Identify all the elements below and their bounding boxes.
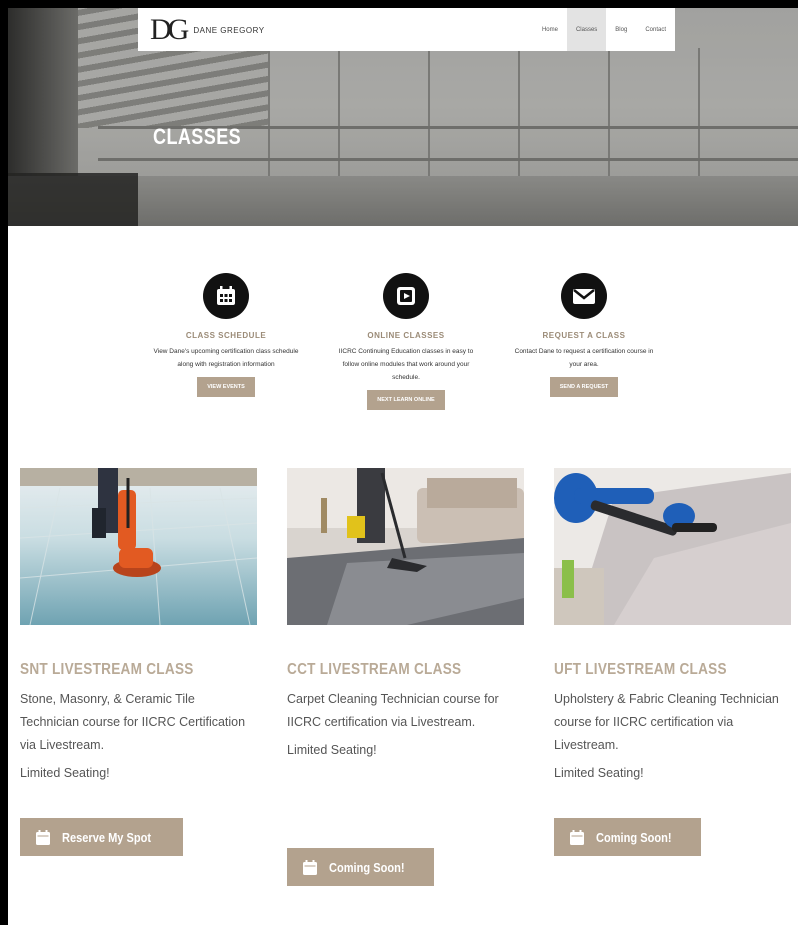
floor-polishing-photo xyxy=(20,468,257,625)
reserve-my-spot-button[interactable]: Reserve My Spot xyxy=(20,818,183,856)
class-card-snt: SNT LIVESTREAM CLASS Stone, Masonry, & C… xyxy=(20,468,257,856)
carpet-cleaning-photo xyxy=(287,468,524,625)
card-description: Upholstery & Fabric Cleaning Technician … xyxy=(554,692,779,752)
coming-soon-button[interactable]: Coming Soon! xyxy=(287,848,434,886)
learn-online-button[interactable]: NEXT LEARN ONLINE xyxy=(367,390,445,410)
feature-description: View Dane's upcoming certification class… xyxy=(153,348,299,368)
page: CLASSES DG DANE GREGORY Home Classes Blo… xyxy=(8,8,798,925)
feature-title: CLASS SCHEDULE xyxy=(185,331,267,340)
play-icon xyxy=(383,273,429,319)
calendar-icon xyxy=(303,859,317,875)
nav-menu: Home Classes Blog Contact xyxy=(533,8,675,51)
card-seating-note: Limited Seating! xyxy=(554,766,644,780)
card-title: SNT LIVESTREAM CLASS xyxy=(20,661,194,678)
nav-item-home[interactable]: Home xyxy=(533,8,567,51)
feature-online-classes: ONLINE CLASSES IICRC Continuing Educatio… xyxy=(331,273,481,410)
class-card-uft: UFT LIVESTREAM CLASS Upholstery & Fabric… xyxy=(554,468,791,856)
feature-description: Contact Dane to request a certification … xyxy=(514,348,654,368)
site-logo[interactable]: DG DANE GREGORY xyxy=(150,14,265,46)
calendar-icon xyxy=(203,273,249,319)
nav-item-classes[interactable]: Classes xyxy=(566,8,607,51)
logo-mark: DG xyxy=(150,13,189,46)
page-title: CLASSES xyxy=(153,124,242,149)
nav-item-blog[interactable]: Blog xyxy=(606,8,636,51)
calendar-icon xyxy=(36,829,50,845)
view-events-button[interactable]: VIEW EVENTS xyxy=(197,377,255,397)
card-description: Stone, Masonry, & Ceramic Tile Technicia… xyxy=(20,692,246,752)
top-navbar: DG DANE GREGORY Home Classes Blog Contac… xyxy=(138,8,675,51)
nav-item-contact[interactable]: Contact xyxy=(636,8,675,51)
card-description: Carpet Cleaning Technician course for II… xyxy=(287,692,499,729)
upholstery-cleaning-photo xyxy=(554,468,791,625)
send-request-button[interactable]: SEND A REQUEST xyxy=(549,377,619,397)
feature-title: REQUEST A CLASS xyxy=(542,331,626,340)
coming-soon-button[interactable]: Coming Soon! xyxy=(554,818,701,856)
button-label: Coming Soon! xyxy=(329,859,405,875)
envelope-icon xyxy=(561,273,607,319)
feature-class-schedule: CLASS SCHEDULE View Dane's upcoming cert… xyxy=(151,273,301,397)
button-label: Reserve My Spot xyxy=(62,829,152,845)
card-seating-note: Limited Seating! xyxy=(20,766,110,780)
feature-title: ONLINE CLASSES xyxy=(367,331,445,340)
button-label: Coming Soon! xyxy=(596,829,672,845)
feature-request-class: REQUEST A CLASS Contact Dane to request … xyxy=(509,273,659,397)
feature-description: IICRC Continuing Education classes in ea… xyxy=(338,348,474,381)
calendar-icon xyxy=(570,829,584,845)
class-card-cct: CCT LIVESTREAM CLASS Carpet Cleaning Tec… xyxy=(287,468,524,886)
card-title: UFT LIVESTREAM CLASS xyxy=(554,661,727,678)
logo-name: DANE GREGORY xyxy=(193,25,265,35)
card-title: CCT LIVESTREAM CLASS xyxy=(287,661,462,678)
card-seating-note: Limited Seating! xyxy=(287,743,377,757)
